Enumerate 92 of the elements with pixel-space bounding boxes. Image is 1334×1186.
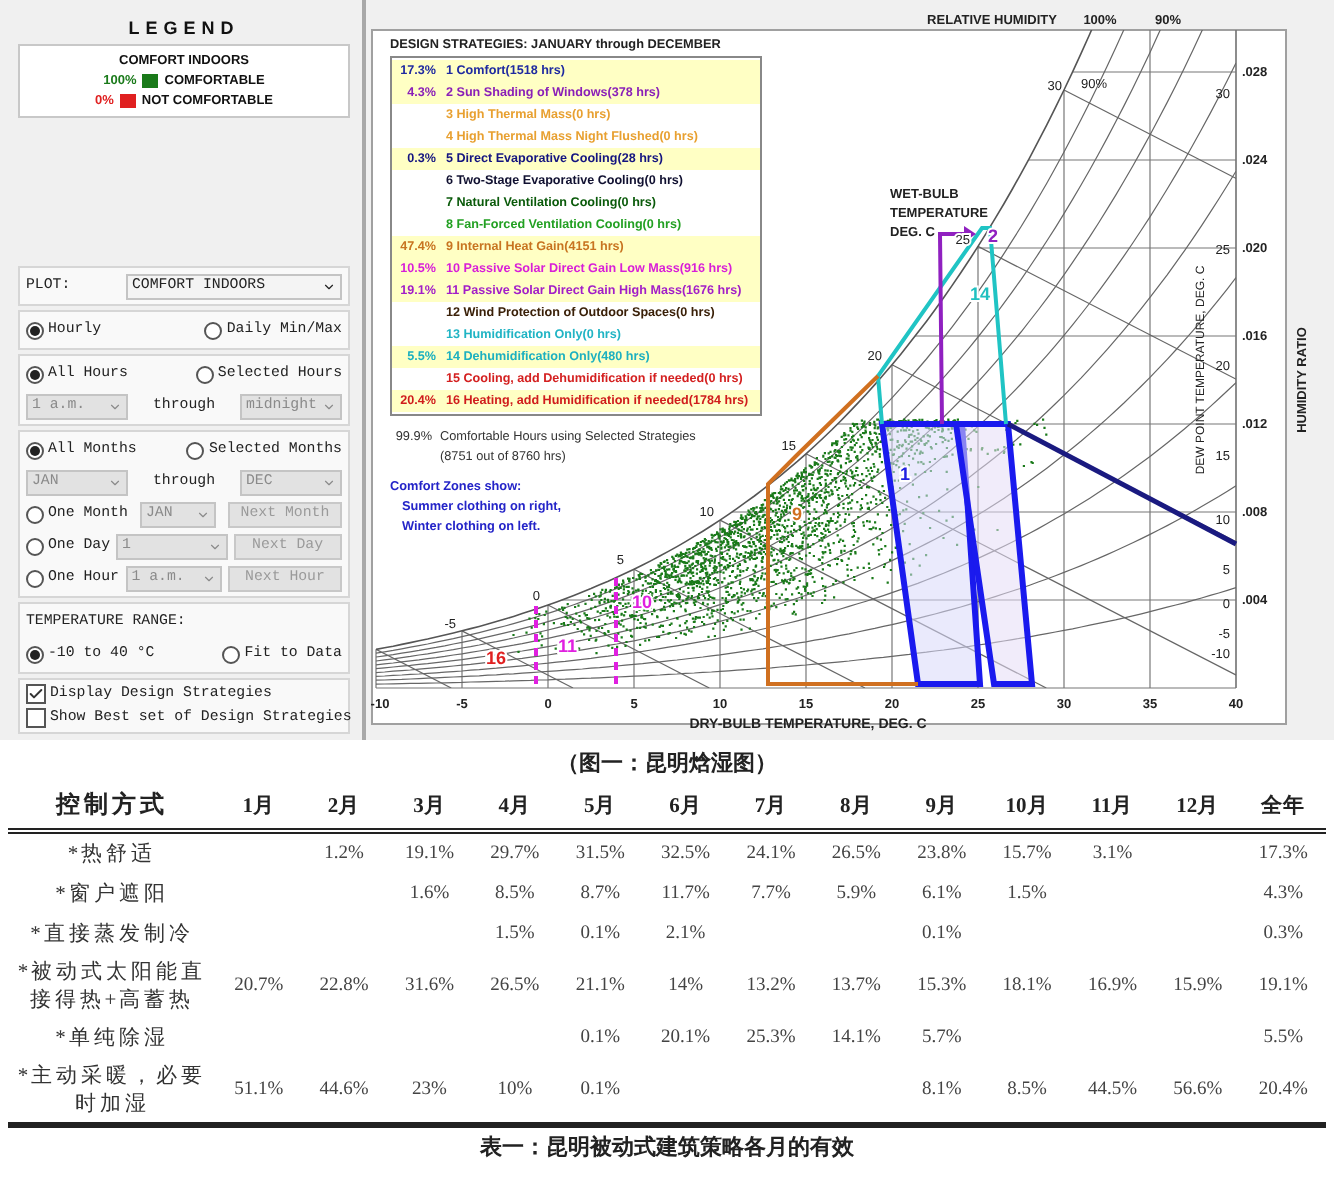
zone-label: 1: [900, 464, 911, 484]
column-header: 控制方式: [8, 784, 216, 831]
table-cell-text: 5.7%: [919, 1026, 964, 1052]
table-cell: 24.1%: [728, 831, 814, 874]
table-cell-text: 5.5%: [1261, 1026, 1306, 1052]
table-cell: 23%: [386, 1058, 473, 1125]
table-cell-text: 16.9%: [1085, 974, 1139, 1000]
table-cell: 19.1%: [386, 831, 473, 874]
table-cell-text: 26.5%: [488, 974, 542, 1000]
table-cell: 26.5%: [813, 831, 899, 874]
table-cell: 23.8%: [899, 831, 985, 874]
row-label: *窗户遮阳: [53, 880, 171, 910]
table-cell-text: 1.6%: [407, 882, 452, 908]
column-header: 4月: [472, 784, 558, 831]
table-caption: 表一：昆明被动式建筑策略各月的有效: [478, 1133, 856, 1162]
table-cell: 10%: [472, 1058, 558, 1125]
column-header: 12月: [1155, 784, 1241, 831]
column-header: 3月: [386, 784, 473, 831]
table-cell-text: 0.3%: [1261, 922, 1306, 948]
wet-bulb-line: [376, 648, 452, 688]
table-cell-text: 18.1%: [1000, 974, 1054, 1000]
table-cell-text: 8.7%: [578, 882, 622, 908]
table-cell-text: 8.5%: [493, 882, 537, 908]
table-cell-text: 14.1%: [829, 1026, 883, 1052]
table-cell-text: 15.9%: [1171, 974, 1225, 1000]
row-label: *主动采暖，必要时加湿: [8, 1058, 216, 1125]
column-header: 全年: [1240, 784, 1326, 831]
column-header: 7月: [728, 784, 814, 831]
chevron-down-icon: [108, 399, 122, 413]
column-header: 11月: [1069, 784, 1156, 831]
table-cell-text: 19.1%: [1256, 974, 1310, 1000]
table-cell: 0.1%: [557, 1058, 643, 1125]
table-cell-text: 11.7%: [659, 882, 712, 908]
table-cell-text: 4.3%: [1261, 882, 1306, 908]
table-cell-text: 15.3%: [915, 974, 969, 1000]
table-cell-text: 20.1%: [659, 1026, 713, 1052]
table-cell-text: 20.7%: [232, 974, 286, 1000]
table-cell-text: 14%: [666, 974, 705, 1000]
row-label: *热舒适: [8, 831, 216, 874]
table-cell-text: 13.7%: [829, 974, 883, 1000]
column-header: 10月: [984, 784, 1070, 831]
table-cell-text: 5.9%: [834, 882, 879, 908]
table-cell-text: 0.1%: [919, 922, 964, 948]
table-cell: 8.1%: [899, 1058, 985, 1125]
column-header: 9月: [899, 784, 985, 831]
zone-label: 10: [632, 592, 653, 612]
table-cell-text: 13.2%: [744, 974, 798, 1000]
row-label: *单纯除湿: [53, 1025, 171, 1054]
table-cell-text: 31.6%: [402, 974, 456, 1000]
chevron-down-icon: [321, 475, 336, 489]
column-header: 6月: [642, 784, 729, 831]
column-header: 5月: [557, 784, 643, 831]
zone-boundary-line: [614, 578, 618, 684]
row-label: *被动式太阳能直接得热+高蓄热: [15, 958, 209, 1016]
table-cell-text: 25.3%: [744, 1026, 798, 1052]
chevron-down-icon: [195, 507, 210, 521]
chevron-down-icon: [321, 399, 336, 413]
table-cell: 32.5%: [642, 831, 729, 874]
row-label: *直接蒸发制冷: [28, 920, 196, 950]
table-cell-text: 1.5%: [493, 922, 537, 948]
table-cell: 44.5%: [1069, 1058, 1156, 1125]
table-cell-text: 0.1%: [578, 1026, 622, 1052]
figure-caption: （图一：昆明焓湿图）: [555, 749, 779, 778]
table-cell: 3.1%: [1069, 831, 1156, 874]
table-cell: 51.1%: [216, 1058, 302, 1125]
zone-label: 14: [970, 284, 991, 304]
table-cell: 44.6%: [301, 1058, 387, 1125]
column-header: 1月: [216, 784, 302, 831]
table-cell: 17.3%: [1240, 831, 1326, 874]
table-cell-text: 6.1%: [919, 882, 964, 908]
table-cell-text: 2.1%: [663, 922, 708, 948]
table-cell-text: 1.5%: [1005, 882, 1049, 908]
legend-title: LEGEND: [126, 18, 242, 38]
chevron-down-icon: [201, 571, 216, 585]
column-header: 8月: [813, 784, 899, 831]
table-cell: 20.4%: [1240, 1058, 1326, 1125]
table-cell: 29.7%: [472, 831, 558, 874]
table-cell-text: 7.7%: [749, 882, 793, 908]
table-cell: 8.5%: [984, 1058, 1070, 1125]
table-cell-text: 0.1%: [578, 922, 622, 948]
zone-boundary-line: [534, 600, 538, 684]
table-cell: 15.7%: [984, 831, 1070, 874]
chevron-down-icon: [207, 539, 222, 553]
check-icon: [28, 686, 44, 702]
chevron-down-icon: [108, 475, 122, 489]
chevron-down-icon: [322, 279, 336, 293]
table-cell-text: 21.1%: [573, 974, 627, 1000]
column-header: 2月: [301, 784, 387, 831]
table-cell: 31.5%: [557, 831, 643, 874]
table-cell-text: 22.8%: [317, 974, 371, 1000]
table-cell: 1.2%: [301, 831, 387, 874]
table-cell: 56.6%: [1155, 1058, 1241, 1125]
